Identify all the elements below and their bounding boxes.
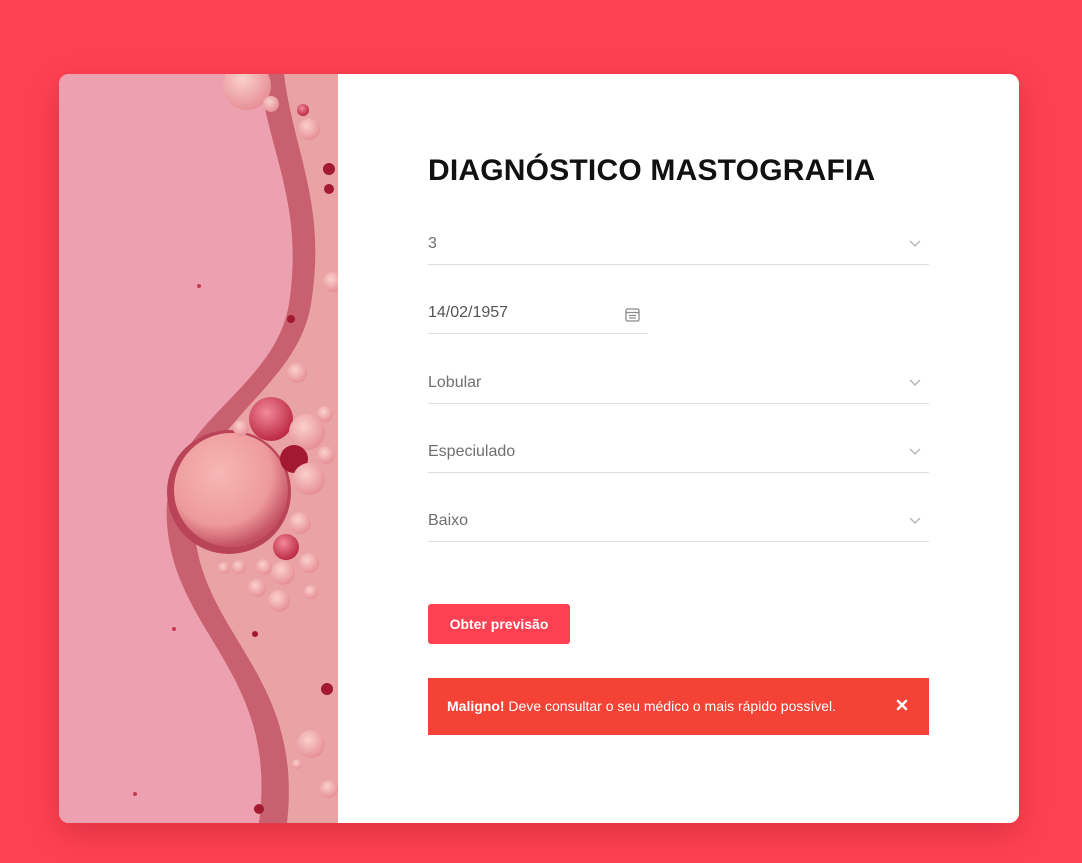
decorative-image [59, 74, 338, 823]
chevron-down-icon [909, 379, 921, 387]
result-alert: Maligno! Deve consultar o seu médico o m… [428, 678, 929, 735]
birth-date-input[interactable]: 14/02/1957 [428, 296, 648, 334]
first-select-value: 3 [428, 235, 437, 252]
margin-select-value: Especiulado [428, 443, 516, 460]
calendar-icon[interactable] [625, 307, 640, 322]
get-prediction-button[interactable]: Obter previsão [428, 604, 570, 644]
margin-select[interactable]: Especiulado [428, 435, 929, 473]
alert-text: Deve consultar o seu médico o mais rápid… [504, 698, 837, 714]
shape-select[interactable]: Lobular [428, 366, 929, 404]
first-select[interactable]: 3 [428, 227, 929, 265]
density-select-value: Baixo [428, 512, 469, 529]
density-select[interactable]: Baixo [428, 504, 929, 542]
chevron-down-icon [909, 448, 921, 456]
chevron-down-icon [909, 240, 921, 248]
alert-message: Maligno! Deve consultar o seu médico o m… [447, 698, 836, 714]
form-panel: DIAGNÓSTICO MASTOGRAFIA 3 14/02/1957 Lob… [338, 74, 1019, 823]
birth-date-value: 14/02/1957 [428, 304, 509, 321]
chevron-down-icon [909, 517, 921, 525]
shape-select-value: Lobular [428, 374, 482, 391]
form-card: DIAGNÓSTICO MASTOGRAFIA 3 14/02/1957 Lob… [59, 74, 1019, 823]
close-icon[interactable] [895, 698, 909, 712]
page-title: DIAGNÓSTICO MASTOGRAFIA [428, 154, 876, 187]
alert-strong: Maligno! [447, 698, 505, 714]
